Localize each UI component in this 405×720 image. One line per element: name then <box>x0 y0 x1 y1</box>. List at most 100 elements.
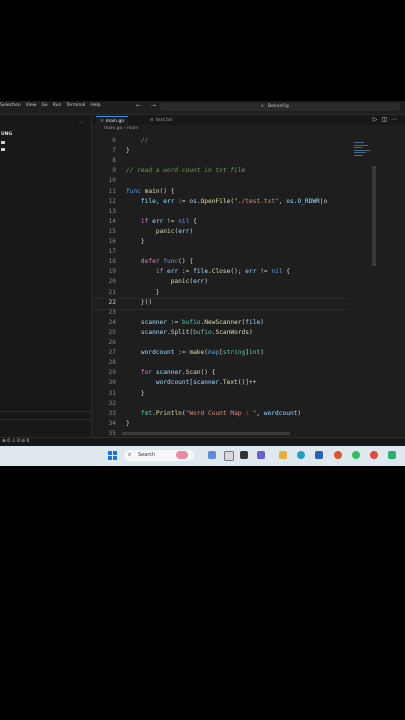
code-line[interactable]: 32 <box>92 399 362 409</box>
teams-icon[interactable] <box>257 451 265 459</box>
menu-run[interactable]: Run <box>53 103 62 108</box>
command-center-search[interactable]: ⌕ Beknellig <box>160 103 400 111</box>
sidebar-item[interactable] <box>1 141 5 144</box>
code-line[interactable]: 14 if err != nil { <box>92 217 362 227</box>
line-number: 26 <box>108 339 116 346</box>
code-text: scanner.Split(bufio.ScanWords) <box>140 328 253 336</box>
app-icon[interactable] <box>240 451 248 459</box>
store-icon[interactable] <box>315 451 323 459</box>
line-number: 31 <box>108 389 116 397</box>
code-line[interactable]: 18 defer func() { <box>92 257 362 267</box>
line-number: 32 <box>108 399 116 407</box>
line-number: 29 <box>108 369 116 377</box>
line-number: 9 <box>112 167 116 175</box>
menu-terminal[interactable]: Terminal <box>66 103 85 108</box>
code-text: } <box>126 147 130 155</box>
menu-view[interactable]: View <box>26 103 37 108</box>
search-highlight-icon <box>176 451 188 459</box>
line-number: 16 <box>108 238 116 245</box>
code-text: panic(err) <box>155 227 194 235</box>
code-line[interactable]: 23 <box>92 308 362 318</box>
code-text: wordcount[scanner.Text()]++ <box>155 379 257 387</box>
minimap[interactable] <box>354 142 372 164</box>
line-number: 6 <box>112 137 116 144</box>
code-line[interactable]: 6 // <box>92 136 362 146</box>
menu-help[interactable]: Help <box>90 103 100 108</box>
code-line[interactable]: 17 <box>92 247 362 257</box>
code-line[interactable]: 25 scanner.Split(bufio.ScanWords) <box>92 328 362 338</box>
line-number: 24 <box>108 318 116 326</box>
more-actions-icon[interactable]: ⋯ <box>79 120 84 126</box>
chrome-icon[interactable] <box>370 451 378 459</box>
line-number: 22 <box>108 298 116 306</box>
line-number: 18 <box>108 258 116 266</box>
code-line[interactable]: 12 file, err := os.OpenFile("./test.txt"… <box>92 197 362 207</box>
code-line[interactable]: 33 fmt.Println("Word Count Map : ", word… <box>92 409 362 419</box>
more-icon[interactable]: ⋯ <box>391 116 401 123</box>
go-file-icon: ≡ <box>100 119 104 124</box>
code-line[interactable]: 26 <box>92 338 362 348</box>
code-line[interactable]: 24 scanner := bufio.NewScanner(file) <box>92 318 362 328</box>
tab-main-go[interactable]: ≡ main.go <box>96 116 129 126</box>
code-line[interactable]: 16 } <box>92 237 362 247</box>
code-line[interactable]: 9 // read a word count in txt file <box>92 166 362 176</box>
code-text: // read a word count in txt file <box>126 167 246 175</box>
line-number: 17 <box>108 248 116 256</box>
code-text: }() <box>126 298 153 306</box>
tab-text-txt[interactable]: ≡ text.txt <box>146 116 176 125</box>
edge-icon[interactable] <box>297 451 305 459</box>
breadcrumb[interactable]: main.go › main <box>104 126 138 131</box>
code-line[interactable]: 28 <box>92 358 362 368</box>
code-line[interactable]: 19 if err := file.Close(); err != nil { <box>92 267 362 277</box>
menu-bar: Selection View Go Run Terminal Help <box>0 103 101 108</box>
sidebar-section-label: UNG <box>1 132 13 137</box>
code-editor[interactable]: 6 //7} 8 9 // read a word count in txt file… <box>92 136 405 437</box>
menu-go[interactable]: Go <box>41 103 47 108</box>
windows-start-icon[interactable] <box>108 451 117 460</box>
menu-selection[interactable]: Selection <box>0 103 21 108</box>
task-view-icon[interactable] <box>208 451 216 459</box>
taskbar-search[interactable]: ⌕ Search <box>124 450 194 461</box>
code-line[interactable]: 15 panic(err) <box>92 227 362 237</box>
code-line[interactable]: 21 } <box>92 288 362 298</box>
code-text: } <box>126 389 145 397</box>
line-number: 23 <box>108 308 116 316</box>
code-line[interactable]: 29 for scanner.Scan() { <box>92 368 362 378</box>
line-number: 8 <box>112 157 116 165</box>
file-explorer-icon[interactable] <box>279 451 287 459</box>
windows-taskbar: ⌕ Search <box>0 446 405 466</box>
tab-label: main.go <box>105 119 125 124</box>
editor-tabs: ≡ main.go ≡ text.txt ▷◫⋯ <box>92 115 405 126</box>
brave-icon[interactable] <box>334 451 342 459</box>
problems-status[interactable]: ⊗ 0 ⚠ 0 ⊘ 0 <box>2 439 29 444</box>
vertical-scrollbar[interactable] <box>372 166 376 266</box>
code-line[interactable]: 13 <box>92 207 362 217</box>
code-line[interactable]: 27 wordcount := make(map[string]int) <box>92 348 362 358</box>
horizontal-scrollbar[interactable] <box>122 432 290 435</box>
line-number: 19 <box>108 268 116 276</box>
code-text: func main() { <box>126 187 175 195</box>
code-line[interactable]: 22 }() <box>92 298 362 308</box>
code-text: } <box>126 288 160 296</box>
code-text: fmt.Println("Word Count Map : ", wordcou… <box>140 409 302 417</box>
tab-label: text.txt <box>155 118 173 123</box>
line-number: 30 <box>108 379 116 387</box>
sidebar-item[interactable] <box>1 148 5 151</box>
code-line[interactable]: 7} <box>92 146 362 156</box>
code-line[interactable]: 8 <box>92 156 362 166</box>
code-line[interactable]: 30 wordcount[scanner.Text()]++ <box>92 378 362 388</box>
line-number: 11 <box>108 187 116 195</box>
search-icon: ⌕ <box>261 103 264 109</box>
code-line[interactable]: 10 <box>92 176 362 186</box>
nav-arrows[interactable]: ← → <box>136 102 160 109</box>
title-bar: Selection View Go Run Terminal Help ← → … <box>0 101 405 115</box>
code-line[interactable]: 34} <box>92 419 362 429</box>
code-line[interactable]: 20 panic(err) <box>92 277 362 287</box>
code-line[interactable]: 31 } <box>92 389 362 399</box>
code-line[interactable]: 11 func main() { <box>92 187 362 197</box>
app-triangle-icon[interactable] <box>388 451 396 459</box>
code-text: if err := file.Close(); err != nil { <box>155 268 291 276</box>
widgets-icon[interactable] <box>224 451 234 461</box>
split-editor-icon[interactable]: ◫ <box>381 116 391 123</box>
app-green-icon[interactable] <box>352 451 360 459</box>
